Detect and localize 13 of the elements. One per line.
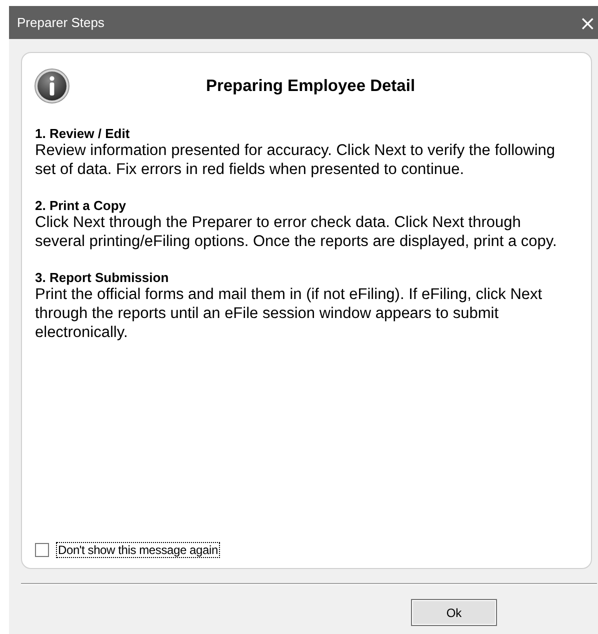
dialog-heading: Preparing Employee Detail (204, 76, 416, 96)
ok-button[interactable]: Ok (411, 599, 497, 626)
checkbox[interactable] (35, 543, 49, 557)
close-button[interactable]: × (577, 10, 598, 34)
step-text: Click Next through the Preparer to error check data. Click Next through several printing/eFiling options. Once the reports are displayed, print a copy. (35, 213, 558, 251)
step-text: Print the official forms and mail them in (if not eFiling). If eFiling, click Next through the reports until an eFile session window appears to submit electronically. (35, 285, 544, 342)
info-icon (34, 68, 70, 104)
step-title: 1. Review / Edit (35, 126, 131, 141)
step-title: 3. Report Submission (35, 270, 170, 285)
step-text: Review information presented for accuracy. Click Next to verify the following set of data. Fix errors in red fields when presented to continue. (35, 141, 556, 179)
checkbox-label[interactable]: Don't show this message again (56, 542, 220, 558)
window-title: Preparer Steps (17, 15, 104, 30)
step-title: 2. Print a Copy (35, 198, 128, 213)
